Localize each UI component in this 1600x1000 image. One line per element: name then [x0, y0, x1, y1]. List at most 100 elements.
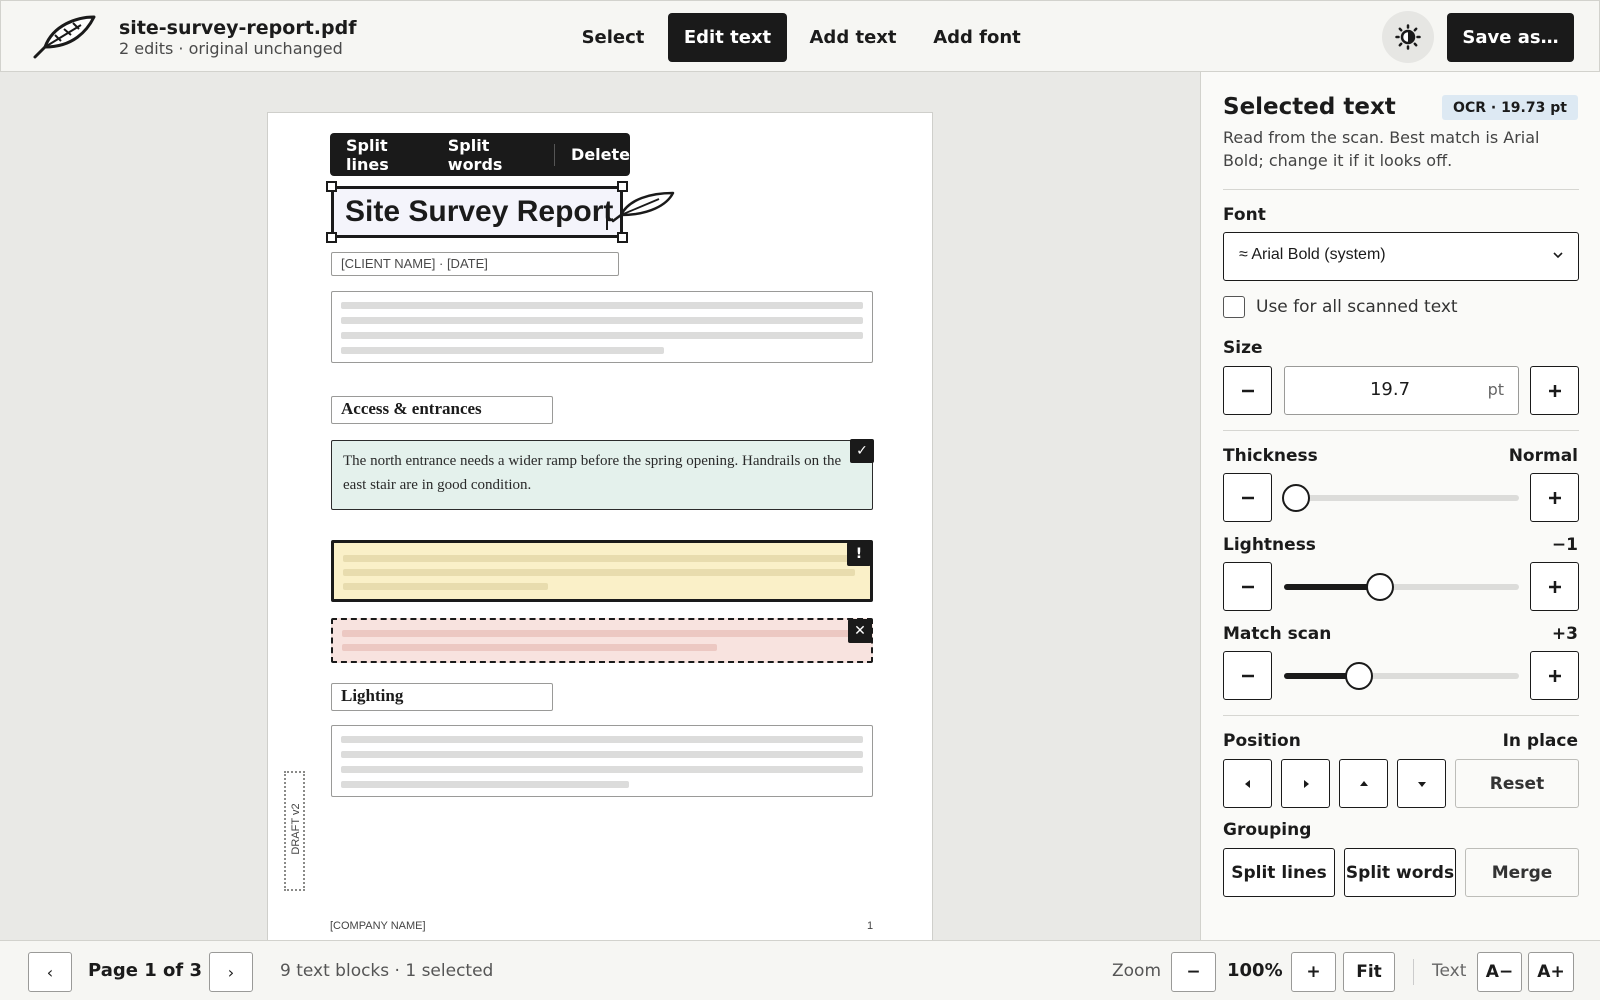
toolbar-delete-button[interactable]: Delete [571, 145, 630, 164]
text-caret [606, 208, 608, 230]
match-scan-slider[interactable] [1284, 662, 1519, 690]
section-heading-lighting[interactable]: Lighting [331, 683, 553, 711]
file-name: site-survey-report.pdf [119, 17, 357, 39]
mode-select-button[interactable]: Select [568, 13, 658, 62]
draft-stamp[interactable]: DRAFT v2 [284, 771, 305, 891]
size-increase-button[interactable] [1530, 366, 1579, 415]
use-for-all-label[interactable]: Use for all scanned text [1256, 297, 1458, 317]
panel-title: Selected text [1223, 94, 1396, 120]
text-block-verified[interactable]: The north entrance needs a wider ramp be… [331, 439, 874, 510]
footer-page-number[interactable]: 1 [867, 920, 873, 932]
arrow-left-icon [1244, 779, 1250, 788]
font-select[interactable]: ≈ Arial Bold (system) [1223, 232, 1579, 281]
ocr-badge: OCR · 19.73 pt [1442, 95, 1578, 120]
document-canvas[interactable]: Split lines Split words Delete Site Surv… [0, 72, 1200, 940]
nudge-left-button[interactable] [1223, 759, 1272, 808]
panel-description: Read from the scan. Best match is Arial … [1223, 128, 1540, 170]
text-block-warning[interactable]: ! [331, 540, 873, 602]
note-paragraph[interactable]: The north entrance needs a wider ramp be… [343, 449, 863, 497]
slider-thumb[interactable] [1281, 484, 1310, 512]
position-reset-button[interactable]: Reset [1455, 759, 1579, 808]
toolbar-split-lines-button[interactable]: Split lines [346, 136, 426, 174]
thickness-slider[interactable] [1281, 484, 1519, 512]
size-input[interactable]: 19.7 pt [1284, 366, 1519, 415]
save-as-button[interactable]: Save as… [1447, 13, 1574, 62]
mode-add-text-button[interactable]: Add text [798, 13, 908, 62]
match-scan-increase-button[interactable] [1530, 651, 1579, 700]
size-unit: pt [1487, 380, 1504, 399]
placeholder-line [341, 302, 863, 309]
zoom-in-button[interactable]: + [1291, 952, 1336, 992]
divider [1223, 430, 1579, 431]
thickness-increase-button[interactable] [1530, 473, 1579, 522]
toolbar-split-words-button[interactable]: Split words [448, 136, 538, 174]
lightness-decrease-button[interactable] [1223, 562, 1272, 611]
thickness-decrease-button[interactable] [1223, 473, 1272, 522]
match-scan-decrease-button[interactable] [1223, 651, 1272, 700]
size-decrease-button[interactable] [1223, 366, 1272, 415]
nudge-up-button[interactable] [1339, 759, 1388, 808]
page-indicator: Page 1 of 3 [88, 960, 202, 981]
text-larger-button[interactable]: A+ [1528, 952, 1574, 992]
placeholder-line [343, 569, 855, 576]
text-block-unreadable[interactable]: ✕ [331, 618, 873, 663]
toolbar-divider [554, 143, 556, 166]
error-icon: ✕ [848, 619, 872, 643]
divider [1223, 189, 1579, 190]
selection-toolbar: Split lines Split words Delete [330, 133, 630, 176]
chevron-right-icon: › [227, 962, 235, 982]
thickness-label: Thickness [1223, 446, 1318, 466]
nudge-right-button[interactable] [1281, 759, 1330, 808]
text-block-intro[interactable] [331, 291, 873, 363]
mode-edit-text-button[interactable]: Edit text [668, 13, 787, 62]
zoom-label: Zoom [1112, 961, 1162, 981]
zoom-fit-button[interactable]: Fit [1343, 952, 1395, 992]
lightness-increase-button[interactable] [1530, 562, 1579, 611]
resize-handle-bottom-right[interactable] [617, 232, 628, 243]
placeholder-line [341, 766, 863, 773]
lightness-label: Lightness [1223, 535, 1316, 555]
font-select-value: ≈ Arial Bold (system) [1239, 246, 1386, 263]
mode-add-font-button[interactable]: Add font [921, 13, 1033, 62]
zoom-out-button[interactable]: − [1171, 952, 1216, 992]
nudge-down-button[interactable] [1397, 759, 1446, 808]
lightness-slider[interactable] [1284, 573, 1519, 601]
check-icon: ✓ [850, 439, 874, 463]
next-page-button[interactable]: › [209, 952, 253, 992]
arrow-down-icon [1417, 781, 1426, 787]
document-title[interactable]: Site Survey Report [345, 195, 613, 229]
minus-icon [1241, 585, 1254, 588]
client-date-line[interactable]: [CLIENT NAME] · [DATE] [331, 252, 619, 276]
slider-thumb[interactable] [1366, 573, 1395, 601]
selected-text-block[interactable]: Site Survey Report [326, 181, 628, 243]
group-merge-button[interactable]: Merge [1465, 848, 1579, 897]
divider [1413, 959, 1414, 985]
size-label: Size [1223, 338, 1263, 358]
group-split-words-button[interactable]: Split words [1344, 848, 1456, 897]
placeholder-line [341, 781, 629, 788]
text-block-lighting[interactable] [331, 725, 873, 797]
text-smaller-button[interactable]: A− [1477, 952, 1522, 992]
text-size-label: Text [1432, 961, 1467, 981]
resize-handle-top-left[interactable] [326, 181, 337, 192]
minus-icon [1241, 674, 1254, 677]
prev-page-button[interactable]: ‹ [28, 952, 72, 992]
placeholder-line [341, 751, 863, 758]
group-split-lines-button[interactable]: Split lines [1223, 848, 1335, 897]
use-for-all-checkbox[interactable] [1223, 296, 1245, 318]
plus-icon [1548, 580, 1561, 593]
theme-toggle-button[interactable] [1382, 11, 1434, 63]
status-bar: ‹ Page 1 of 3 › 9 text blocks · 1 select… [0, 940, 1600, 1000]
properties-panel: Selected text OCR · 19.73 pt Read from t… [1200, 72, 1600, 940]
slider-thumb[interactable] [1345, 662, 1374, 690]
zoom-level: 100% [1227, 960, 1283, 981]
thickness-value: Normal [1508, 446, 1578, 466]
section-heading-access[interactable]: Access & entrances [331, 396, 553, 424]
top-bar: site-survey-report.pdf 2 edits · origina… [0, 0, 1600, 72]
resize-handle-bottom-left[interactable] [326, 232, 337, 243]
arrow-right-icon [1303, 779, 1309, 788]
arrow-up-icon [1359, 780, 1368, 786]
lightness-value: −1 [1551, 535, 1578, 555]
divider [1223, 715, 1579, 716]
footer-company-name[interactable]: [COMPANY NAME] [330, 920, 426, 932]
